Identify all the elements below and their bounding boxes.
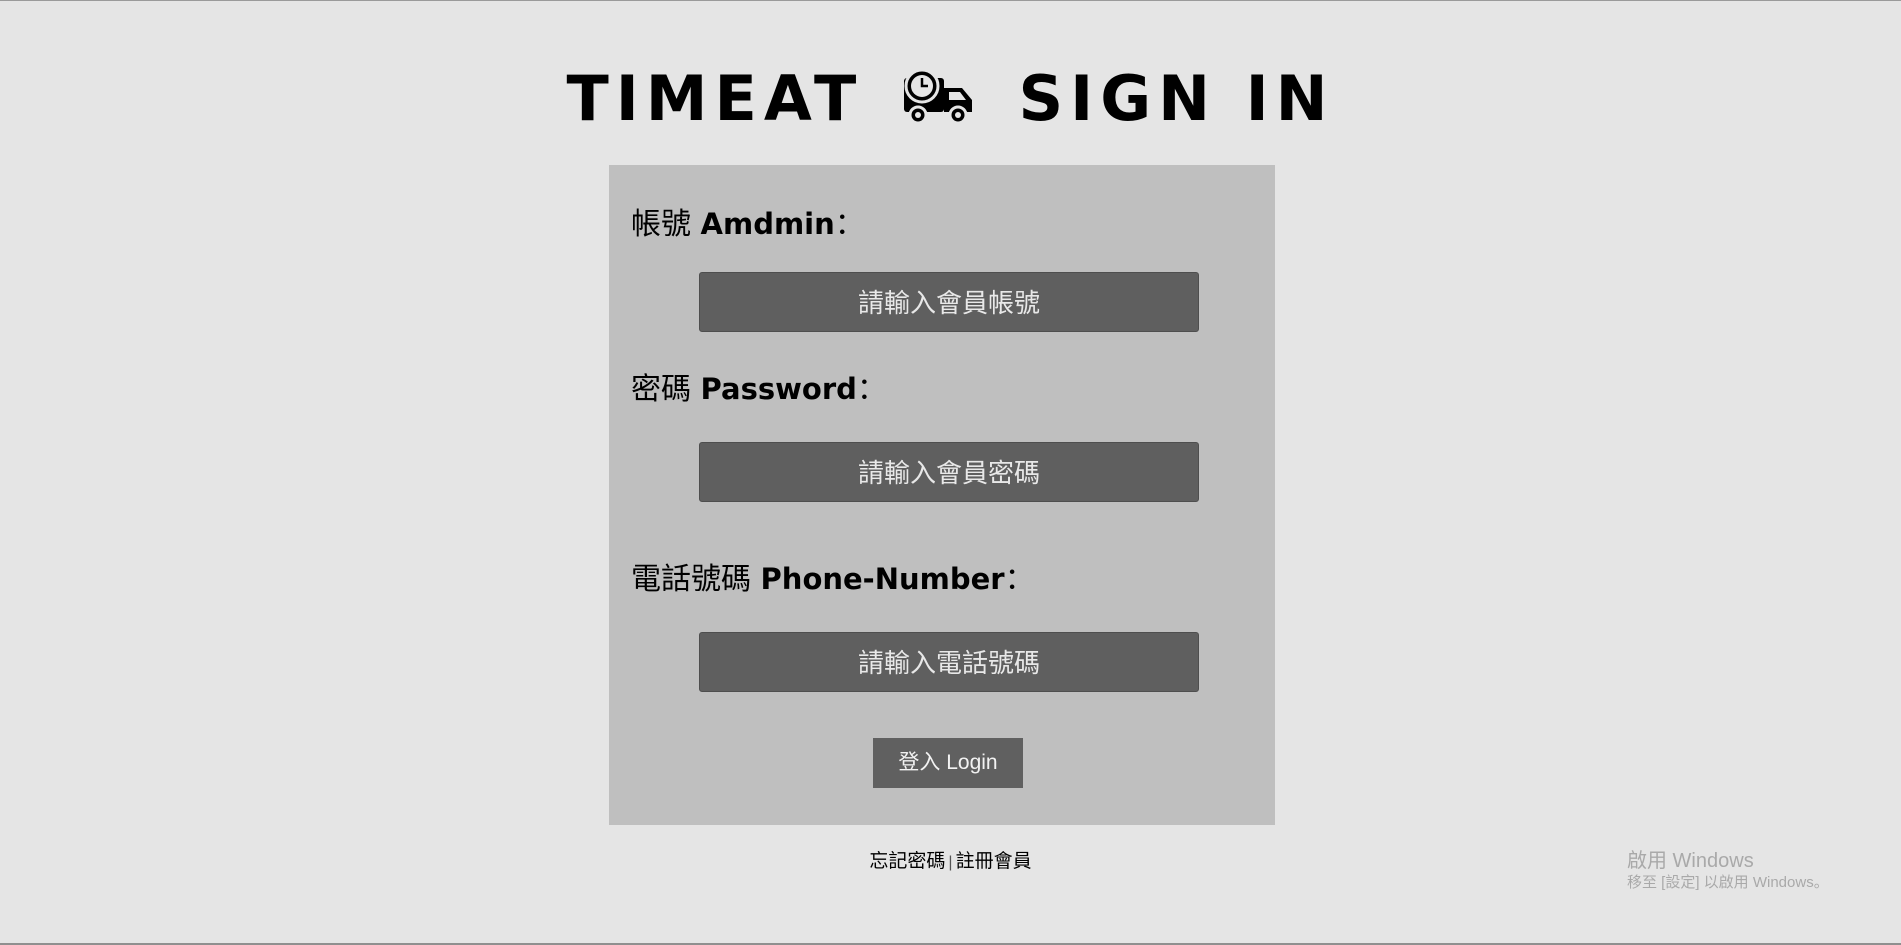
page-title: TIMEAT SIGN IN — [0, 64, 1901, 140]
phone-label: 電話號碼 Phone-Number： — [631, 562, 1035, 597]
account-input[interactable]: 請輸入會員帳號 — [699, 272, 1199, 332]
top-border — [0, 0, 1901, 1]
login-button[interactable]: 登入 Login — [873, 738, 1023, 788]
clock-truck-icon — [902, 68, 974, 140]
phone-input[interactable]: 請輸入電話號碼 — [699, 632, 1199, 692]
account-label: 帳號 Amdmin： — [631, 207, 865, 242]
windows-activation-watermark: 啟用 Windows 移至 [設定] 以啟用 Windows。 — [1627, 849, 1829, 893]
title-sign-in: SIGN IN — [1018, 62, 1335, 135]
link-separator: | — [948, 854, 953, 871]
watermark-title: 啟用 Windows — [1627, 850, 1754, 872]
forgot-password-link[interactable]: 忘記密碼 — [869, 851, 945, 872]
title-brand: TIMEAT — [566, 62, 864, 135]
password-label: 密碼 Password： — [631, 372, 887, 407]
login-panel: 帳號 Amdmin： 請輸入會員帳號 密碼 Password： 請輸入會員密碼 … — [609, 165, 1275, 825]
footer-links: 忘記密碼 | 註冊會員 — [0, 846, 1901, 873]
watermark-subtitle: 移至 [設定] 以啟用 Windows。 — [1627, 874, 1829, 891]
register-link[interactable]: 註冊會員 — [956, 851, 1032, 872]
password-input[interactable]: 請輸入會員密碼 — [699, 442, 1199, 502]
